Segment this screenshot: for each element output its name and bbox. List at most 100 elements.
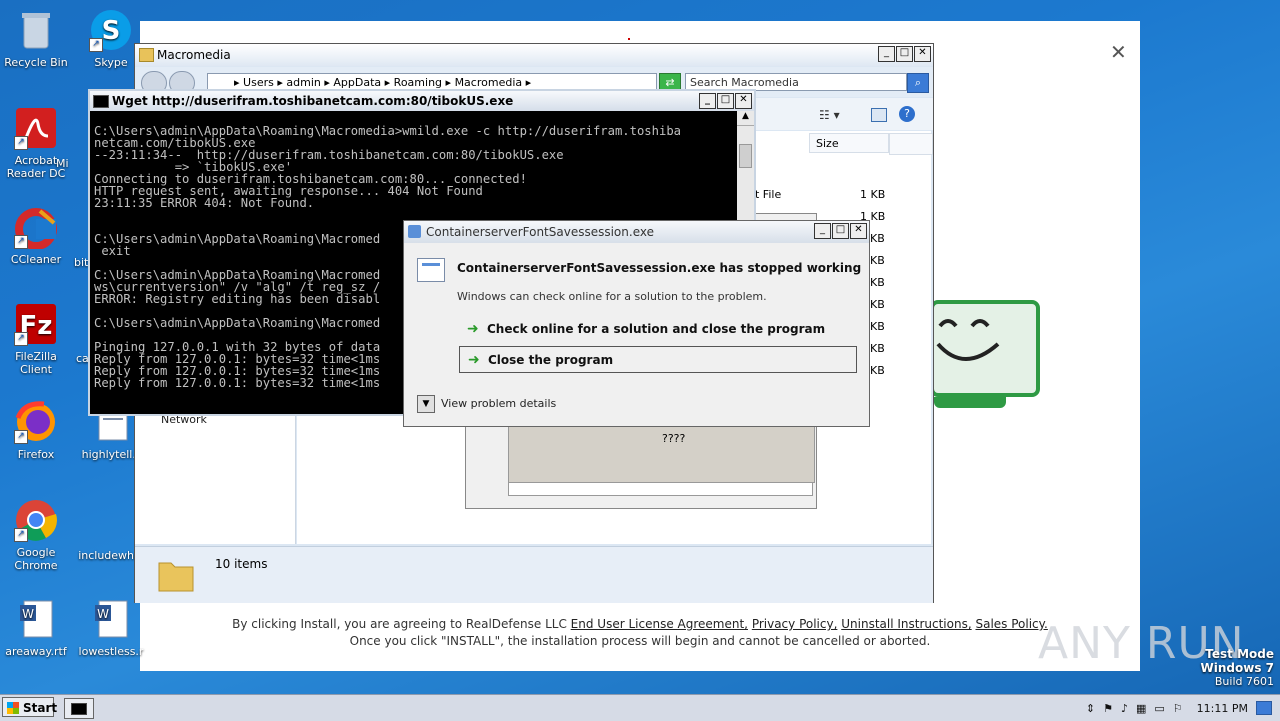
preview-pane-icon[interactable]	[871, 108, 887, 122]
tray-flag-icon[interactable]: ⚑	[1103, 702, 1113, 715]
desktop-icon-recycle-bin[interactable]: Recycle Bin	[0, 8, 72, 69]
column-size-header[interactable]: Size	[809, 133, 889, 153]
help-icon[interactable]: ?	[899, 106, 915, 122]
breadcrumb-roaming[interactable]: Roaming	[394, 76, 442, 89]
windows-logo-icon	[7, 702, 19, 714]
maximize-button[interactable]: □	[832, 223, 849, 239]
eula-link[interactable]: End User License Agreement,	[571, 617, 748, 631]
shortcut-arrow-icon: ↗	[14, 136, 28, 150]
explorer-status-bar: 10 items	[135, 546, 933, 603]
svg-text:S: S	[102, 16, 121, 46]
cmd-title: Wget http://duserifram.toshibanetcam.com…	[112, 94, 514, 108]
chrome-icon: ↗	[14, 498, 58, 542]
test-mode-label: Test Mode	[1205, 647, 1274, 661]
program-window-icon	[417, 258, 445, 282]
shortcut-arrow-icon: ↗	[14, 430, 28, 444]
filezilla-label: FileZilla Client	[15, 350, 57, 376]
network-icon[interactable]: ▦	[1136, 702, 1146, 715]
view-details-label[interactable]: View problem details	[441, 397, 556, 410]
desktop-icon-firefox[interactable]: ↗ Firefox	[0, 400, 72, 461]
maximize-button[interactable]: □	[717, 93, 734, 109]
cmd-icon	[93, 95, 109, 108]
desktop-icon-partial-mi[interactable]: Mi	[56, 157, 86, 170]
error-dialog-title: ContainerserverFontSavessession.exe	[426, 225, 654, 239]
battery-icon[interactable]: ▭	[1154, 702, 1164, 715]
check-online-option[interactable]: ➜ Check online for a solution and close …	[459, 316, 857, 343]
view-options-icon[interactable]: ☷ ▾	[819, 108, 840, 122]
error-dialog-titlebar[interactable]: ContainerserverFontSavessession.exe _ □ …	[404, 221, 869, 243]
file-size-cell: 1 KB	[860, 188, 886, 201]
breadcrumb-appdata[interactable]: AppData	[333, 76, 381, 89]
scroll-thumb[interactable]	[739, 144, 752, 168]
os-label: Windows 7	[1200, 661, 1274, 675]
green-arrow-icon: ➜	[467, 321, 479, 337]
close-button[interactable]: ✕	[914, 46, 931, 62]
volume-icon[interactable]: ♪	[1121, 702, 1128, 715]
close-program-option[interactable]: ➜ Close the program	[459, 346, 857, 373]
areaway-label: areaway.rtf	[5, 645, 67, 658]
uninstall-link[interactable]: Uninstall Instructions,	[841, 617, 971, 631]
cmd-icon	[71, 703, 87, 715]
shortcut-arrow-icon: ↗	[14, 235, 28, 249]
smile-logo	[930, 300, 1040, 397]
file-size-cell: KB	[870, 320, 885, 333]
mi-label: Mi	[56, 157, 69, 170]
word-document-icon: W	[14, 597, 58, 641]
explorer-title: Macromedia	[157, 48, 231, 62]
installer-close-icon[interactable]: ✕	[1110, 40, 1127, 64]
tray-scroll-icon[interactable]: ⇕	[1086, 702, 1095, 715]
action-center-icon[interactable]: ⚐	[1173, 702, 1183, 715]
start-button[interactable]: Start	[2, 697, 58, 717]
file-size-cell: KB	[870, 364, 885, 377]
legal-prefix: By clicking Install, you are agreeing to…	[232, 617, 567, 631]
close-button[interactable]: ✕	[735, 93, 752, 109]
build-label: Build 7601	[1214, 675, 1274, 688]
file-type-cell: t File	[755, 188, 782, 201]
privacy-link[interactable]: Privacy Policy,	[752, 617, 838, 631]
desktop-icon-areaway[interactable]: W areaway.rtf	[0, 597, 72, 658]
shortcut-arrow-icon: ↗	[14, 332, 28, 346]
close-button[interactable]: ✕	[850, 223, 867, 239]
smile-logo-shadow	[934, 397, 1006, 408]
recycle-bin-label: Recycle Bin	[4, 56, 68, 69]
desktop-icon-lowestless[interactable]: W lowestless.r	[75, 597, 147, 658]
item-count: 10 items	[215, 557, 268, 571]
taskbar: Start ⇕ ⚑ ♪ ▦ ▭ ⚐ 11:11 PM	[0, 694, 1280, 721]
explorer-titlebar[interactable]: Macromedia _ □ ✕	[135, 44, 933, 66]
folder-icon	[139, 48, 154, 62]
cmd-titlebar[interactable]: Wget http://duserifram.toshibanetcam.com…	[90, 91, 754, 111]
breadcrumb-sep: ▸	[525, 76, 532, 89]
sales-link[interactable]: Sales Policy.	[975, 617, 1047, 631]
column-extra-header[interactable]	[889, 133, 933, 155]
error-subtext: Windows can check online for a solution …	[457, 290, 767, 303]
search-icon[interactable]: ⌕	[907, 73, 929, 93]
maximize-button[interactable]: □	[896, 46, 913, 62]
file-size-cell: KB	[870, 342, 885, 355]
breadcrumb-sep: ▸	[384, 76, 394, 89]
start-label: Start	[23, 701, 58, 715]
desktop-icon-ccleaner[interactable]: ↗ CCleaner	[0, 205, 72, 266]
shortcut-arrow-icon: ↗	[14, 528, 28, 542]
breadcrumb-users[interactable]: Users	[243, 76, 274, 89]
breadcrumb-admin[interactable]: admin	[286, 76, 320, 89]
app-icon	[408, 225, 421, 238]
show-desktop-icon[interactable]	[1256, 701, 1272, 715]
clock[interactable]: 11:11 PM	[1197, 702, 1248, 715]
scroll-up-icon[interactable]: ▲	[737, 111, 754, 126]
minimize-button[interactable]: _	[699, 93, 716, 109]
breadcrumb-macromedia[interactable]: Macromedia	[455, 76, 523, 89]
taskbar-cmd-button[interactable]	[64, 698, 94, 719]
legal-line-1: By clicking Install, you are agreeing to…	[140, 617, 1140, 631]
breadcrumb-sep: ▸	[445, 76, 455, 89]
desktop-icon-chrome[interactable]: ↗ Google Chrome	[0, 498, 72, 572]
legal-line-2: Once you click "INSTALL", the installati…	[349, 634, 931, 648]
check-online-label: Check online for a solution and close th…	[487, 322, 826, 336]
expand-details-icon[interactable]: ▼	[417, 395, 435, 413]
desktop-icon-filezilla[interactable]: Fz ↗ FileZilla Client	[0, 302, 72, 376]
close-program-label: Close the program	[488, 353, 614, 367]
minimize-button[interactable]: _	[878, 46, 895, 62]
file-size-cell: KB	[870, 254, 885, 267]
file-size-cell: KB	[870, 232, 885, 245]
folder-large-icon	[158, 562, 194, 592]
minimize-button[interactable]: _	[814, 223, 831, 239]
